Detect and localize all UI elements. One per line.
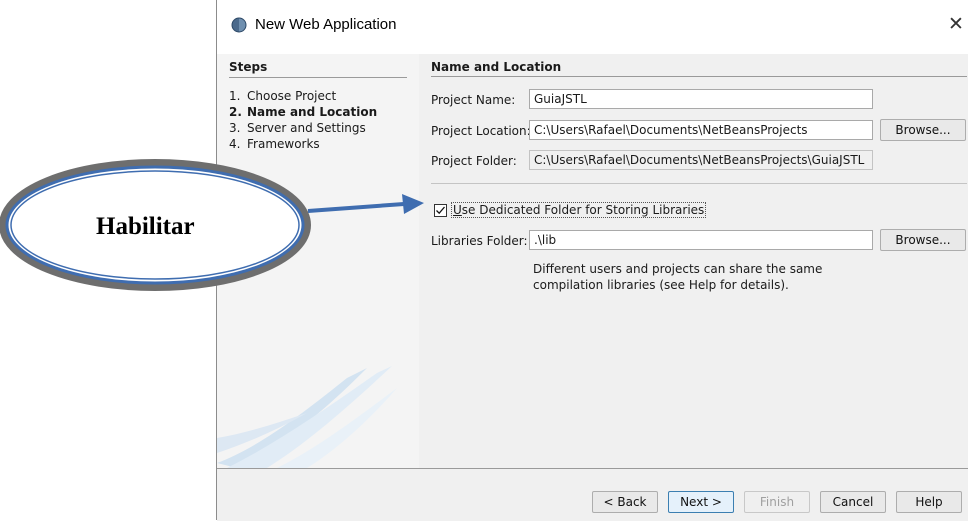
- project-location-label: Project Location:: [431, 124, 531, 138]
- step-item: 3. Server and Settings: [229, 120, 377, 136]
- project-location-input[interactable]: C:\Users\Rafael\Documents\NetBeansProjec…: [529, 120, 873, 140]
- project-folder-label: Project Folder:: [431, 154, 517, 168]
- steps-divider: [229, 77, 407, 78]
- step-label: Frameworks: [247, 137, 320, 151]
- section-title: Name and Location: [431, 60, 562, 74]
- next-button[interactable]: Next >: [668, 491, 734, 513]
- libraries-folder-label: Libraries Folder:: [431, 234, 528, 248]
- content-panel: Name and Location Project Name: GuiaJSTL…: [419, 54, 968, 468]
- step-number: 3.: [229, 121, 241, 135]
- step-number: 2.: [229, 105, 242, 119]
- browse-location-button[interactable]: Browse...: [880, 119, 966, 141]
- back-button[interactable]: < Back: [592, 491, 658, 513]
- button-bar: < Back Next > Finish Cancel Help: [217, 468, 968, 521]
- close-icon[interactable]: ✕: [943, 10, 968, 40]
- steps-title: Steps: [229, 60, 268, 74]
- globe-icon: [231, 17, 247, 33]
- finish-button[interactable]: Finish: [744, 491, 810, 513]
- hint-line: compilation libraries (see Help for deta…: [533, 278, 789, 292]
- annotation-label: Habilitar: [96, 213, 195, 240]
- decorative-swoosh-graphic: [217, 366, 397, 468]
- annotation-callout: [0, 159, 424, 291]
- cancel-button[interactable]: Cancel: [820, 491, 886, 513]
- project-folder-field: C:\Users\Rafael\Documents\NetBeansProjec…: [529, 150, 873, 170]
- step-label: Server and Settings: [247, 121, 366, 135]
- step-item-current: 2. Name and Location: [229, 104, 377, 120]
- project-name-label: Project Name:: [431, 93, 516, 107]
- mnemonic-letter: U: [453, 203, 462, 217]
- window-title: New Web Application: [255, 16, 397, 33]
- dedicated-folder-label[interactable]: Use Dedicated Folder for Storing Librari…: [451, 202, 707, 218]
- step-label: Name and Location: [247, 105, 378, 119]
- title-bar: New Web Application ✕: [217, 0, 968, 54]
- steps-list: 1. Choose Project 2. Name and Location 3. S…: [229, 88, 377, 152]
- browse-libraries-button[interactable]: Browse...: [880, 229, 966, 251]
- step-label: Choose Project: [247, 89, 337, 103]
- section-divider: [431, 76, 967, 77]
- libraries-hint: Different users and projects can share t…: [533, 261, 822, 293]
- step-item: 1. Choose Project: [229, 88, 377, 104]
- help-button[interactable]: Help: [896, 491, 962, 513]
- project-name-input[interactable]: GuiaJSTL: [529, 89, 873, 109]
- separator: [431, 183, 967, 184]
- dedicated-folder-label-text: se Dedicated Folder for Storing Librarie…: [461, 203, 705, 217]
- hint-line: Different users and projects can share t…: [533, 262, 823, 276]
- libraries-folder-input[interactable]: .\lib: [529, 230, 873, 250]
- step-number: 1.: [229, 89, 241, 103]
